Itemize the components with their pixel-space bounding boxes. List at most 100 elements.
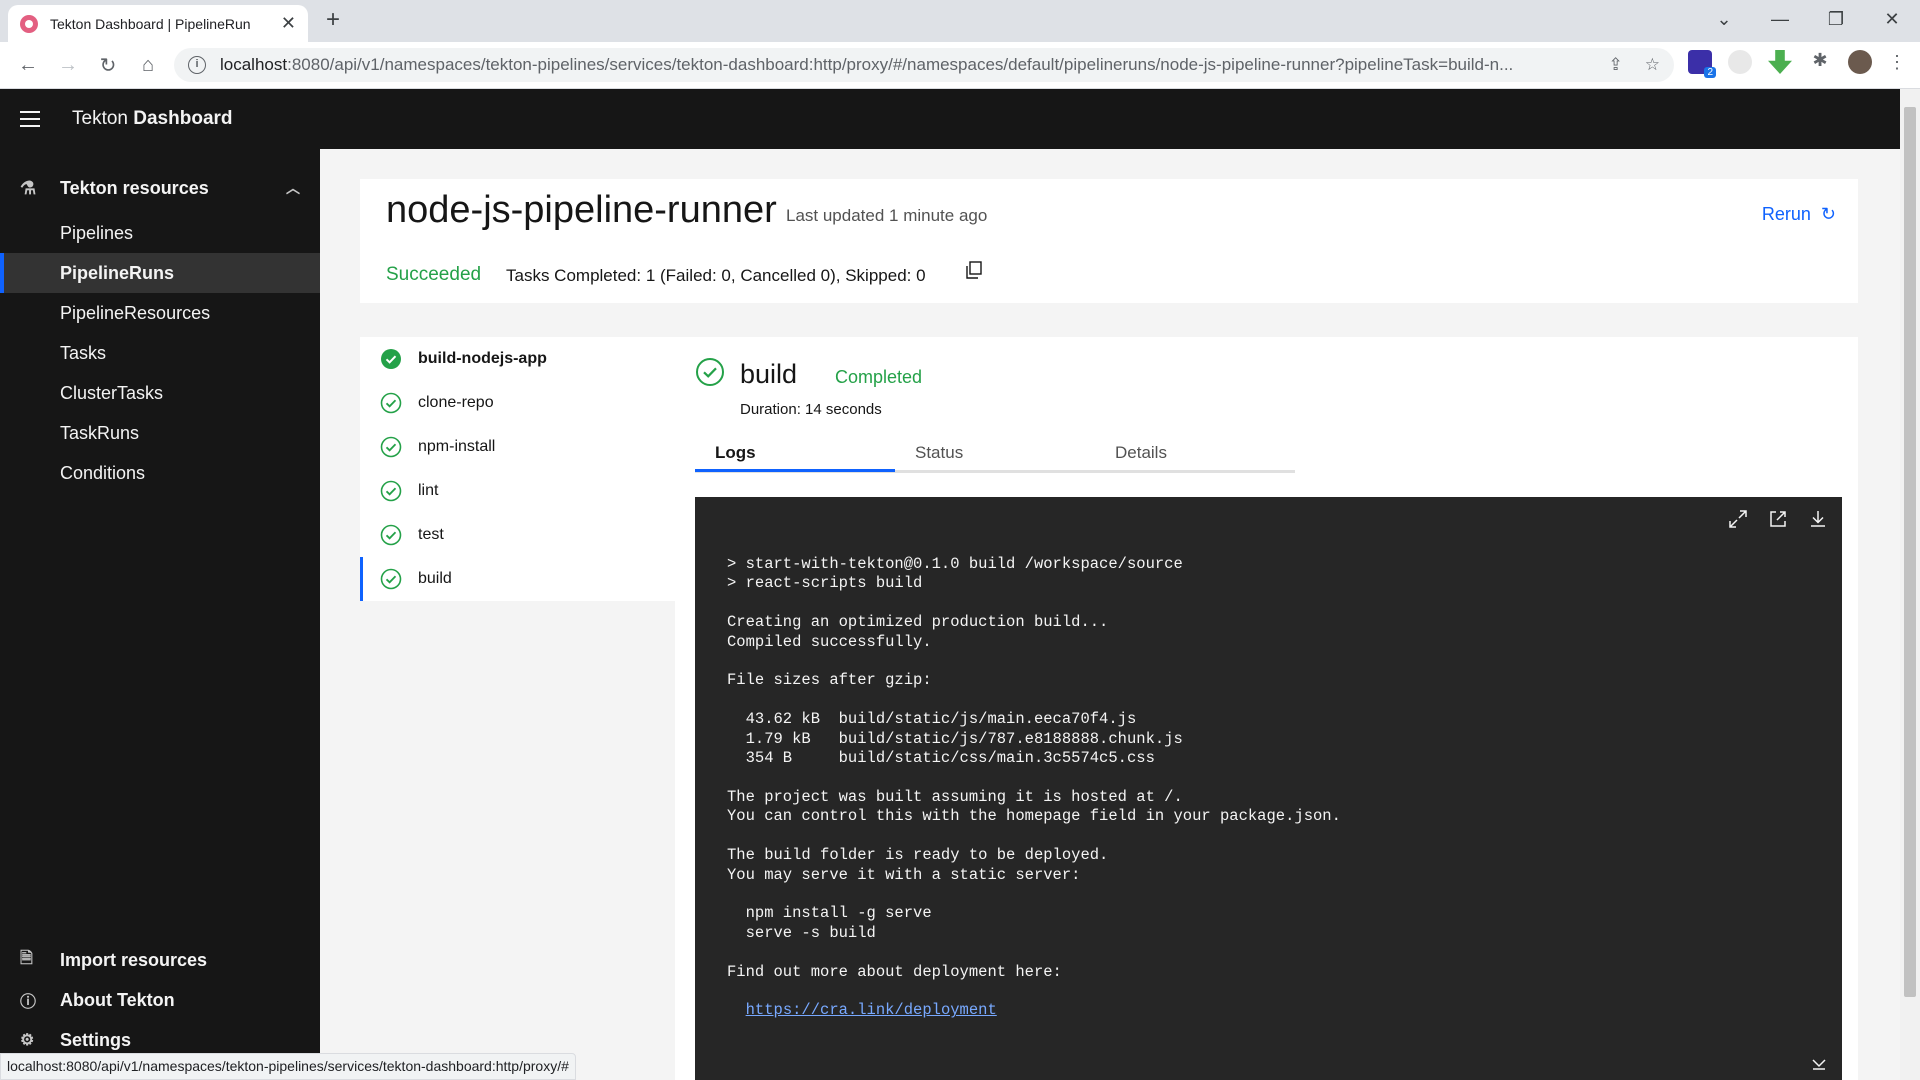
restore-icon[interactable]: ❐ <box>1808 0 1864 38</box>
sidebar-item-tasks[interactable]: Tasks <box>0 333 320 373</box>
sidebar-item-pipelineruns[interactable]: PipelineRuns <box>0 253 320 293</box>
tab-status[interactable]: Status <box>895 433 1095 472</box>
tekton-favicon-icon <box>20 14 38 33</box>
settings-label: Settings <box>60 1029 132 1050</box>
sidebar-item-taskruns[interactable]: TaskRuns <box>0 413 320 453</box>
task-item-build[interactable]: build <box>360 557 675 601</box>
bookmark-star-icon[interactable]: ☆ <box>1645 55 1660 75</box>
log-line: Compiled successfully. <box>727 632 932 651</box>
task-item-npm-install[interactable]: npm-install <box>360 425 675 469</box>
last-updated: Last updated 1 minute ago <box>786 206 988 225</box>
log-line: 354 B build/static/css/main.3c5574c5.css <box>727 749 1155 768</box>
new-tab-icon[interactable]: + <box>326 6 340 34</box>
browser-menu-icon[interactable]: ⋮ <box>1888 52 1906 73</box>
check-circle-icon <box>380 436 402 458</box>
home-icon[interactable]: ⌂ <box>128 54 168 77</box>
url-text[interactable]: localhost:8080/api/v1/namespaces/tekton-… <box>220 55 1597 75</box>
minimize-icon[interactable]: — <box>1752 0 1808 38</box>
app-title[interactable]: Tekton Dashboard <box>72 108 233 130</box>
rerun-label: Rerun <box>1761 204 1811 224</box>
tasks-summary: Tasks Completed: 1 (Failed: 0, Cancelled… <box>506 266 926 285</box>
sidebar-item-import-resources[interactable]: 🗎 Import resources <box>0 940 320 980</box>
task-label: npm-install <box>418 438 496 455</box>
extensions-puzzle-icon[interactable]: ✱ <box>1808 50 1832 74</box>
tab-search-icon[interactable]: ⌄ <box>1696 0 1752 38</box>
close-window-icon[interactable]: ✕ <box>1864 0 1920 38</box>
log-viewer[interactable]: > start-with-tekton@0.1.0 build /workspa… <box>695 497 1842 1080</box>
pipelinerun-header: node-js-pipeline-runner Last updated 1 m… <box>360 179 1858 303</box>
step-duration: Duration: 14 seconds <box>740 401 882 418</box>
page-scrollbar[interactable] <box>1900 89 1920 1080</box>
tekton-resources-icon: ⚗ <box>20 178 37 198</box>
close-tab-icon[interactable]: ✕ <box>281 13 296 34</box>
tab-title: Tekton Dashboard | PipelineRun <box>50 15 251 32</box>
log-line: File sizes after gzip: <box>727 671 932 690</box>
check-circle-icon <box>380 480 402 502</box>
main-content: node-js-pipeline-runner Last updated 1 m… <box>320 149 1900 1080</box>
sidebar-item-pipelines[interactable]: Pipelines <box>0 213 320 253</box>
scrollbar-thumb[interactable] <box>1904 107 1916 997</box>
window-controls: ⌄ — ❐ ✕ <box>1696 0 1920 38</box>
task-tree: build-nodejs-app clone-repo npm-install … <box>360 337 675 601</box>
page-title: node-js-pipeline-runner <box>386 189 777 231</box>
extensions-area: 2 ✱ ⋮ <box>1688 50 1906 78</box>
info-icon: ⓘ <box>20 994 37 1011</box>
log-line: The project was built assuming it is hos… <box>727 787 1183 806</box>
log-line: 43.62 kB build/static/js/main.eeca70f4.j… <box>727 710 1137 729</box>
scroll-to-bottom-icon[interactable] <box>1810 1054 1828 1072</box>
sidebar: ⚗ Tekton resources ︿ Pipelines PipelineR… <box>0 149 320 1080</box>
maximize-icon[interactable] <box>1728 509 1748 529</box>
extension-badge-icon[interactable]: 2 <box>1688 50 1716 78</box>
task-item-test[interactable]: test <box>360 513 675 557</box>
forward-icon[interactable]: → <box>48 54 88 77</box>
tab-details[interactable]: Details <box>1095 433 1295 472</box>
hamburger-menu-icon[interactable] <box>0 89 60 149</box>
open-in-new-window-icon[interactable] <box>1768 509 1788 529</box>
rerun-button[interactable]: Rerun ↻ <box>1762 204 1836 225</box>
document-import-icon: 🗎 <box>20 949 33 967</box>
log-lines: > start-with-tekton@0.1.0 build /workspa… <box>727 555 1341 1021</box>
browser-tab[interactable]: Tekton Dashboard | PipelineRun ✕ <box>8 5 308 42</box>
sidebar-item-clustertasks[interactable]: ClusterTasks <box>0 373 320 413</box>
sidebar-item-pipelineresources[interactable]: PipelineResources <box>0 293 320 333</box>
task-item-build-nodejs-app[interactable]: build-nodejs-app <box>360 337 675 381</box>
profile-avatar[interactable] <box>1848 50 1872 74</box>
deployment-link[interactable]: https://cra.link/deployment <box>746 1001 997 1019</box>
address-bar[interactable]: i localhost:8080/api/v1/namespaces/tekto… <box>174 48 1674 82</box>
status-bar-url: localhost:8080/api/v1/namespaces/tekton-… <box>0 1053 576 1080</box>
log-line: > start-with-tekton@0.1.0 build /workspa… <box>727 555 1183 573</box>
log-line: serve -s build <box>727 923 876 942</box>
extension-panda-icon[interactable] <box>1728 50 1752 74</box>
sidebar-item-conditions[interactable]: Conditions <box>0 453 320 493</box>
reload-icon[interactable]: ↻ <box>88 53 128 78</box>
tab-logs[interactable]: Logs <box>695 433 895 472</box>
check-circle-filled-icon <box>381 349 401 369</box>
sidebar-bottom: 🗎 Import resources ⓘ About Tekton ⚙ Sett… <box>0 940 320 1060</box>
sidebar-section-tekton-resources[interactable]: ⚗ Tekton resources ︿ <box>0 163 320 213</box>
task-label: build-nodejs-app <box>418 350 547 367</box>
check-circle-icon <box>380 524 402 546</box>
task-item-lint[interactable]: lint <box>360 469 675 513</box>
check-circle-icon <box>696 358 724 386</box>
copy-icon[interactable] <box>966 261 982 279</box>
site-info-icon[interactable]: i <box>188 56 206 74</box>
browser-tabbar: Tekton Dashboard | PipelineRun ✕ + ⌄ — ❐… <box>0 0 1920 42</box>
share-icon[interactable]: ⇪ <box>1609 55 1623 75</box>
about-label: About Tekton <box>60 989 175 1010</box>
step-name: build <box>740 359 798 389</box>
sidebar-item-about[interactable]: ⓘ About Tekton <box>0 980 320 1020</box>
download-icon[interactable] <box>1808 509 1828 529</box>
extension-download-icon[interactable] <box>1768 50 1792 74</box>
browser-toolbar: ← → ↻ ⌂ i localhost:8080/api/v1/namespac… <box>0 42 1920 89</box>
task-item-clone-repo[interactable]: clone-repo <box>360 381 675 425</box>
step-tabs: Logs Status Details <box>695 433 1295 473</box>
task-label: clone-repo <box>418 394 494 411</box>
back-icon[interactable]: ← <box>8 54 48 77</box>
